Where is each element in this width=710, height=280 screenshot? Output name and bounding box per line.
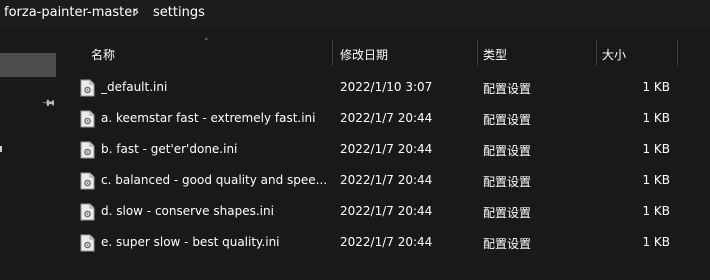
file-name: e. super slow - best quality.ini	[101, 235, 280, 249]
settings-file-icon	[80, 203, 95, 221]
pin-icon[interactable]: 🖈	[37, 92, 60, 115]
nav-expand-marker	[0, 146, 2, 152]
settings-file-icon	[80, 79, 95, 97]
file-type: 配置设置	[483, 113, 532, 127]
file-date: 2022/1/7 20:44	[340, 204, 433, 218]
file-name: c. balanced - good quality and spee...	[101, 173, 328, 187]
file-type: 配置设置	[483, 175, 532, 189]
file-date: 2022/1/10 3:07	[340, 80, 433, 94]
file-name: b. fast - get'er'done.ini	[101, 142, 238, 156]
settings-file-icon	[80, 234, 95, 252]
file-date: 2022/1/7 20:44	[340, 111, 433, 125]
column-divider[interactable]	[332, 40, 333, 66]
file-row[interactable]: e. super slow - best quality.ini 2022/1/…	[62, 230, 710, 256]
file-name: a. keemstar fast - extremely fast.ini	[101, 111, 316, 125]
breadcrumb-item-settings[interactable]: settings	[153, 5, 205, 20]
column-header-size[interactable]: 大小	[602, 46, 626, 63]
file-name: d. slow - conserve shapes.ini	[101, 204, 274, 218]
column-divider[interactable]	[477, 40, 478, 66]
file-type: 配置设置	[483, 82, 532, 96]
file-size: 1 KB	[642, 142, 670, 156]
breadcrumb-item-forza-painter-master[interactable]: forza-painter-master	[4, 5, 138, 20]
chevron-right-icon[interactable]: ›	[134, 5, 139, 20]
file-name: _default.ini	[101, 80, 168, 94]
column-divider[interactable]	[677, 40, 678, 66]
breadcrumb: forza-painter-master › settings	[0, 0, 710, 26]
file-type: 配置设置	[483, 206, 532, 220]
column-divider[interactable]	[596, 40, 597, 66]
file-row[interactable]: d. slow - conserve shapes.ini 2022/1/7 2…	[62, 199, 710, 225]
column-header-date[interactable]: 修改日期	[340, 46, 388, 63]
file-size: 1 KB	[642, 204, 670, 218]
sort-up-icon: ˄	[204, 38, 209, 48]
file-row[interactable]: a. keemstar fast - extremely fast.ini 20…	[62, 106, 710, 132]
settings-file-icon	[80, 141, 95, 159]
file-type: 配置设置	[483, 144, 532, 158]
file-row[interactable]: c. balanced - good quality and spee... 2…	[62, 168, 710, 194]
file-date: 2022/1/7 20:44	[340, 142, 433, 156]
file-row[interactable]: b. fast - get'er'done.ini 2022/1/7 20:44…	[62, 137, 710, 163]
nav-item-selected[interactable]	[0, 53, 56, 77]
file-size: 1 KB	[642, 80, 670, 94]
column-header-row: ˄ 名称 修改日期 类型 大小	[62, 38, 710, 66]
settings-file-icon	[80, 172, 95, 190]
navigation-pane: 🖈	[0, 26, 62, 280]
file-size: 1 KB	[642, 173, 670, 187]
column-header-type[interactable]: 类型	[483, 46, 507, 63]
file-date: 2022/1/7 20:44	[340, 173, 433, 187]
settings-file-icon	[80, 110, 95, 128]
file-size: 1 KB	[642, 111, 670, 125]
file-row[interactable]: _default.ini 2022/1/10 3:07 配置设置 1 KB	[62, 75, 710, 101]
file-date: 2022/1/7 20:44	[340, 235, 433, 249]
file-size: 1 KB	[642, 235, 670, 249]
file-type: 配置设置	[483, 237, 532, 251]
file-list: ˄ 名称 修改日期 类型 大小 _default.ini 2022/1/10 3…	[62, 26, 710, 280]
column-header-name[interactable]: 名称	[91, 46, 115, 63]
